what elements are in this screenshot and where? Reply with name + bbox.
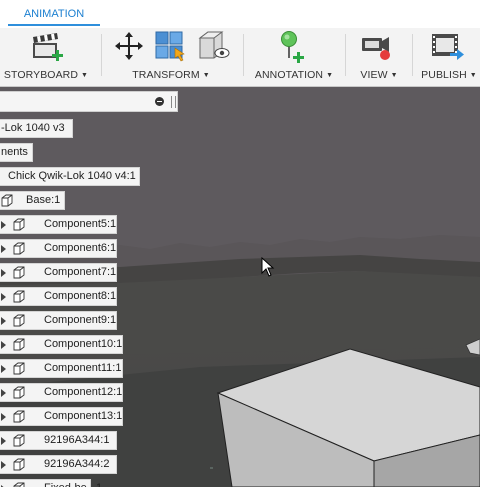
tree-node-component[interactable]: Component7:1 <box>0 263 117 282</box>
expand-arrow-icon[interactable] <box>1 437 6 445</box>
component-icon <box>13 314 25 327</box>
expand-arrow-icon[interactable] <box>1 389 6 397</box>
component-icon <box>13 410 25 423</box>
tree-node-component[interactable]: Component9:1 <box>0 311 117 330</box>
transform-label: TRANSFORM ▼ <box>132 69 210 81</box>
component-icon <box>13 242 25 255</box>
storyboard-group[interactable]: STORYBOARD ▼ <box>0 28 92 86</box>
tree-node-assembly[interactable]: Chick Qwik-Lok 1040 v4:1 <box>0 167 140 186</box>
tree-node-components-folder[interactable]: nents <box>0 143 33 162</box>
storyboard-label: STORYBOARD ▼ <box>3 69 89 81</box>
component-icon <box>13 290 25 303</box>
transform-components-icon[interactable] <box>153 30 187 62</box>
mouse-cursor-icon <box>261 257 275 277</box>
clear-filter-icon[interactable] <box>155 97 164 106</box>
tree-node-base[interactable]: Base:1 <box>0 191 65 210</box>
tree-node-component[interactable]: Component13:1 <box>0 407 123 426</box>
restore-home-icon[interactable] <box>196 30 230 62</box>
move-icon[interactable] <box>114 31 144 61</box>
divider <box>345 34 346 76</box>
component-icon <box>13 266 25 279</box>
expand-arrow-icon[interactable] <box>1 365 6 373</box>
expand-arrow-icon[interactable] <box>1 269 6 277</box>
expand-arrow-icon[interactable] <box>1 341 6 349</box>
annotation-group[interactable]: ANNOTATION ▼ <box>250 28 338 86</box>
expand-arrow-icon[interactable] <box>1 317 6 325</box>
tree-node-root[interactable]: -Lok 1040 v3 <box>0 119 73 138</box>
storyboard-clapper-icon <box>33 33 63 61</box>
expand-arrow-icon[interactable] <box>1 413 6 421</box>
component-icon <box>13 482 25 487</box>
tree-node-component[interactable]: Component8:1 <box>0 287 117 306</box>
publish-label: PUBLISH ▼ <box>421 69 477 81</box>
expand-arrow-icon[interactable] <box>1 293 6 301</box>
component-icon <box>13 386 25 399</box>
component-icon <box>13 362 25 375</box>
expand-arrow-icon[interactable] <box>1 245 6 253</box>
panel-grip-icon[interactable] <box>171 96 176 108</box>
ribbon-tab-bar: ANIMATION <box>0 0 480 29</box>
tree-node-component[interactable]: Component11:1 <box>0 359 123 378</box>
publish-video-icon[interactable] <box>430 31 466 63</box>
annotation-label: ANNOTATION ▼ <box>254 69 334 81</box>
view-group[interactable]: VIEW ▼ <box>352 28 406 86</box>
tree-node-component[interactable]: Component10:1 <box>0 335 123 354</box>
tree-node-component[interactable]: Component12:1 <box>0 383 123 402</box>
component-icon <box>13 218 25 231</box>
callout-pin-icon[interactable] <box>276 30 310 64</box>
fusion-window: ANIMATION STORYBOARD ▼ TRANSFORM ▼ ANNOT… <box>0 0 480 487</box>
tab-animation[interactable]: ANIMATION <box>8 6 100 26</box>
expand-arrow-icon[interactable] <box>1 461 6 469</box>
tree-node-component[interactable]: Component6:1 <box>0 239 117 258</box>
publish-group[interactable]: PUBLISH ▼ <box>418 28 480 86</box>
expand-arrow-icon[interactable] <box>1 221 6 229</box>
tree-node-component[interactable]: 92196A344:1 <box>0 431 117 450</box>
component-icon <box>13 458 25 471</box>
ribbon-toolbar: STORYBOARD ▼ TRANSFORM ▼ ANNOTATION ▼ VI… <box>0 28 480 87</box>
divider <box>101 34 102 76</box>
divider <box>412 34 413 76</box>
component-icon <box>13 434 25 447</box>
transform-group[interactable]: TRANSFORM ▼ <box>108 28 234 86</box>
tree-node-component[interactable]: Fixed-be...1 <box>0 479 102 487</box>
view-label: VIEW ▼ <box>360 69 398 81</box>
browser-filter-bar[interactable] <box>0 91 178 112</box>
component-icon <box>13 338 25 351</box>
tree-node-component[interactable]: 92196A344:2 <box>0 455 117 474</box>
tree-node-component[interactable]: Component5:1 <box>0 215 117 234</box>
camera-record-icon[interactable] <box>360 32 394 62</box>
component-icon <box>1 194 13 207</box>
divider <box>243 34 244 76</box>
